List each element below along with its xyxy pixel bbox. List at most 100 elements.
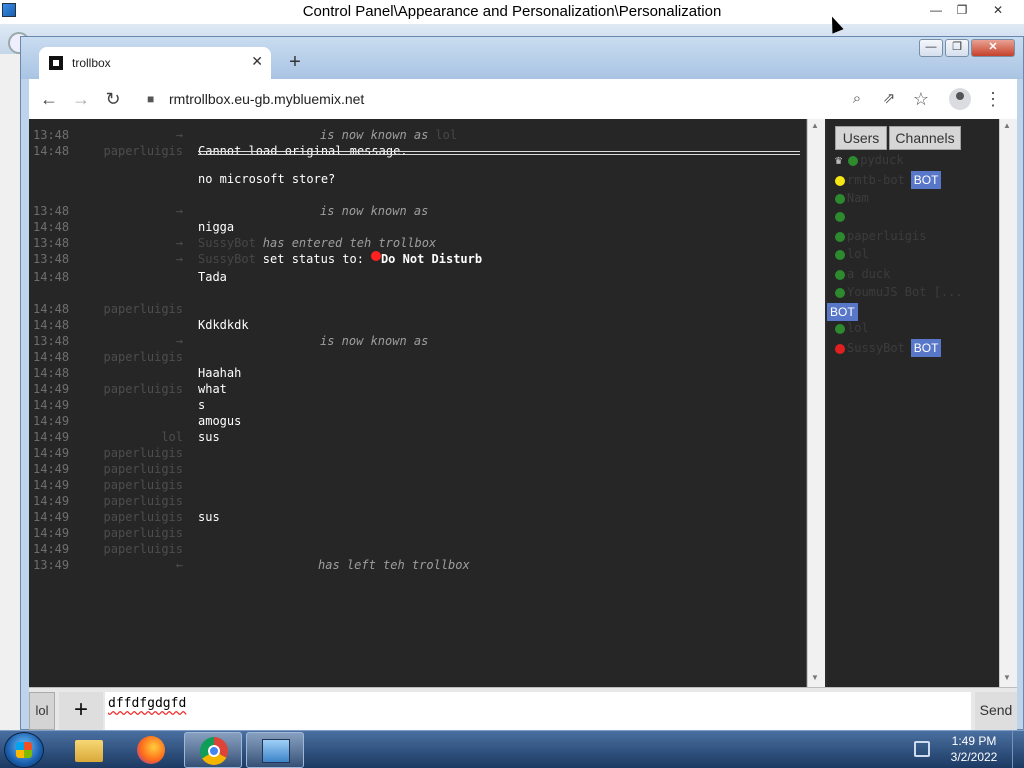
message-input-value[interactable]: dffdfgdgfd [108,696,186,711]
taskbar-control-panel[interactable] [246,732,304,768]
user-list-item[interactable]: paperluigis [835,227,926,245]
bookmark-star-icon[interactable]: ☆ [909,87,933,111]
user-name[interactable]: rmtb-bot [847,173,905,187]
user-list-item[interactable]: SussyBot BOT [835,339,942,357]
system-message-text: has entered teh trollbox [262,236,437,250]
message-nick[interactable]: paperluigis [104,477,183,493]
browser-minimize-button[interactable]: — [919,39,943,57]
chat-message: 14:48 nigga [29,219,806,235]
message-time: 13:48 [33,236,70,250]
address-bar[interactable]: ■ rmtrollbox.eu-gb.mybluemix.net [139,83,869,115]
user-list-item[interactable] [835,207,847,225]
system-message-name[interactable]: SussyBot [198,236,256,250]
message-nick[interactable]: → [176,203,183,219]
network-icon[interactable] [914,741,930,757]
forward-arrow-icon[interactable]: → [69,87,93,111]
message-time: 14:49 [33,446,70,460]
browser-restore-button[interactable]: ❐ [945,39,969,57]
user-list-item[interactable]: rmtb-bot BOT [835,171,942,189]
message-nick[interactable]: → [176,333,183,349]
menu-kebab-icon[interactable]: ⋮ [981,87,1005,111]
lock-icon[interactable]: ■ [147,92,154,106]
reload-icon[interactable]: ↻ [101,87,125,111]
browser-close-button[interactable]: ✕ [971,39,1015,57]
nickname-button[interactable]: lol [29,692,55,730]
tab-users[interactable]: Users [835,126,887,150]
scroll-down-icon[interactable]: ▼ [811,673,819,682]
system-message-name[interactable]: lol [435,128,457,142]
cp-restore-button[interactable]: ❐ [950,2,974,18]
message-nick[interactable]: paperluigis [104,525,183,541]
message-nick[interactable]: paperluigis [104,143,183,159]
message-time: 13:48 [33,204,70,218]
share-icon[interactable]: ⇗ [877,87,901,111]
tab-trollbox[interactable]: trollbox ✕ [39,47,271,79]
tab-close-icon[interactable]: ✕ [251,53,263,70]
clock-time[interactable]: 1:49 PM [946,734,1002,748]
start-button[interactable] [4,732,44,768]
taskbar-file-explorer[interactable] [60,732,118,768]
message-nick[interactable]: paperluigis [104,541,183,557]
message-time: 14:48 [33,366,70,380]
cp-close-button[interactable]: ✕ [986,2,1010,18]
bot-badge: BOT [910,339,942,357]
chat-scrollbar[interactable]: ▲ ▼ [807,119,825,687]
user-list-item[interactable]: YoumuJS Bot [... [835,283,963,301]
message-time: 14:49 [33,382,70,396]
taskbar-firefox[interactable] [122,732,180,768]
users-scrollbar[interactable]: ▲ ▼ [999,119,1017,687]
cp-minimize-button[interactable]: — [924,2,948,18]
message-time: 14:49 [33,478,70,492]
message-nick[interactable]: lol [161,429,183,445]
users-scroll-down-icon[interactable]: ▼ [1003,673,1011,682]
message-nick[interactable]: ← [176,557,183,573]
message-nick[interactable]: paperluigis [104,349,183,365]
system-message-name[interactable]: SussyBot [198,252,256,266]
new-tab-button[interactable]: + [283,51,307,75]
message-time: 14:48 [33,318,70,332]
message-nick[interactable]: → [176,251,183,267]
tab-channels[interactable]: Channels [889,126,961,150]
chat-message: 14:49 paperluigis [29,445,806,461]
user-name[interactable]: Nam [847,191,869,205]
message-input[interactable] [105,692,971,730]
users-scroll-up-icon[interactable]: ▲ [1003,121,1011,130]
message-time: 14:48 [33,144,70,158]
status-message: SussyBot set status to: Do Not Disturb [198,251,482,267]
user-list-item[interactable]: lol [835,319,869,337]
dnd-status-icon [370,251,381,261]
send-button[interactable]: Send [975,692,1017,730]
message-nick[interactable]: paperluigis [104,493,183,509]
user-name[interactable]: YoumuJS Bot [... [847,285,963,299]
add-button[interactable]: + [59,692,103,730]
message-nick[interactable]: paperluigis [104,301,183,317]
message-nick[interactable]: paperluigis [104,461,183,477]
message-nick[interactable]: → [176,235,183,251]
chat-message: 14:49 paperluigis [29,493,806,509]
back-arrow-icon[interactable]: ← [37,87,61,111]
user-name[interactable]: paperluigis [847,229,926,243]
message-nick[interactable]: paperluigis [104,381,183,397]
chat-message: 14:48 paperluigis [29,349,806,365]
url-text[interactable]: rmtrollbox.eu-gb.mybluemix.net [169,91,364,107]
user-list-item[interactable]: lol [835,245,869,263]
message-nick[interactable]: → [176,127,183,143]
message-nick[interactable]: paperluigis [104,445,183,461]
show-desktop-button[interactable] [1012,731,1024,768]
profile-avatar-icon[interactable] [949,88,971,110]
user-name[interactable]: SussyBot [847,341,905,355]
user-list-item[interactable]: Nam [835,189,869,207]
tab-title: trollbox [72,56,111,70]
taskbar-chrome[interactable] [184,732,242,768]
message-nick[interactable]: paperluigis [104,509,183,525]
user-name[interactable]: lol [847,321,869,335]
clock-date[interactable]: 3/2/2022 [946,750,1002,764]
user-name[interactable]: pyduck [860,153,903,167]
message-time: 13:48 [33,128,70,142]
user-name[interactable]: lol [847,247,869,261]
user-name[interactable]: a duck [847,267,890,281]
user-list-item[interactable]: ♛ pyduck [835,151,904,169]
zoom-icon[interactable]: ⌕ [845,87,869,111]
scroll-up-icon[interactable]: ▲ [811,121,819,130]
user-list-item[interactable]: a duck [835,265,890,283]
